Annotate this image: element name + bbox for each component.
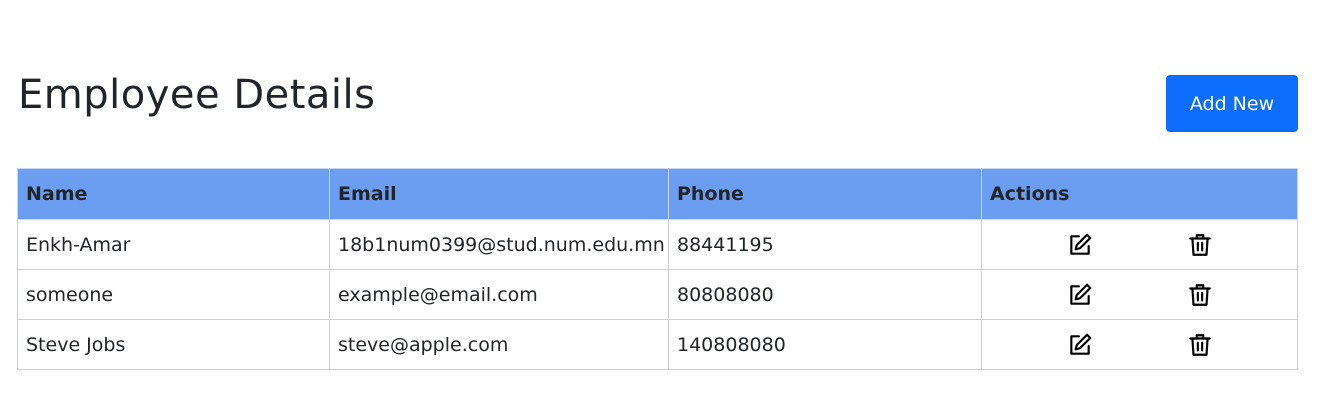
column-header-phone: Phone bbox=[668, 168, 982, 220]
page-title: Employee Details bbox=[18, 72, 376, 118]
cell-email: steve@apple.com bbox=[329, 319, 669, 370]
cell-actions bbox=[981, 219, 1298, 270]
employee-table-container: Name Email Phone Actions Enkh-Amar 18b1n… bbox=[17, 168, 1298, 370]
table-header-row: Name Email Phone Actions bbox=[17, 168, 1298, 220]
column-header-name: Name bbox=[17, 168, 330, 220]
cell-phone: 140808080 bbox=[668, 319, 982, 370]
table-row: someone example@email.com 80808080 bbox=[17, 269, 1298, 320]
column-header-email: Email bbox=[329, 168, 669, 220]
cell-actions bbox=[981, 269, 1298, 320]
cell-phone: 88441195 bbox=[668, 219, 982, 270]
employee-table: Name Email Phone Actions Enkh-Amar 18b1n… bbox=[17, 168, 1298, 370]
column-header-actions: Actions bbox=[981, 168, 1298, 220]
table-body: Enkh-Amar 18b1num0399@stud.num.edu.mn 88… bbox=[17, 219, 1298, 370]
cell-name: Steve Jobs bbox=[17, 319, 330, 370]
cell-actions bbox=[981, 319, 1298, 370]
add-new-button[interactable]: Add New bbox=[1166, 75, 1298, 132]
cell-phone: 80808080 bbox=[668, 269, 982, 320]
delete-icon[interactable] bbox=[1185, 280, 1215, 310]
table-header: Name Email Phone Actions bbox=[17, 168, 1298, 220]
delete-icon[interactable] bbox=[1185, 330, 1215, 360]
edit-icon[interactable] bbox=[1065, 280, 1095, 310]
cell-name: Enkh-Amar bbox=[17, 219, 330, 270]
table-row: Enkh-Amar 18b1num0399@stud.num.edu.mn 88… bbox=[17, 219, 1298, 270]
edit-icon[interactable] bbox=[1065, 330, 1095, 360]
delete-icon[interactable] bbox=[1185, 230, 1215, 260]
cell-email: 18b1num0399@stud.num.edu.mn bbox=[329, 219, 669, 270]
cell-name: someone bbox=[17, 269, 330, 320]
cell-email: example@email.com bbox=[329, 269, 669, 320]
edit-icon[interactable] bbox=[1065, 230, 1095, 260]
table-row: Steve Jobs steve@apple.com 140808080 bbox=[17, 319, 1298, 370]
